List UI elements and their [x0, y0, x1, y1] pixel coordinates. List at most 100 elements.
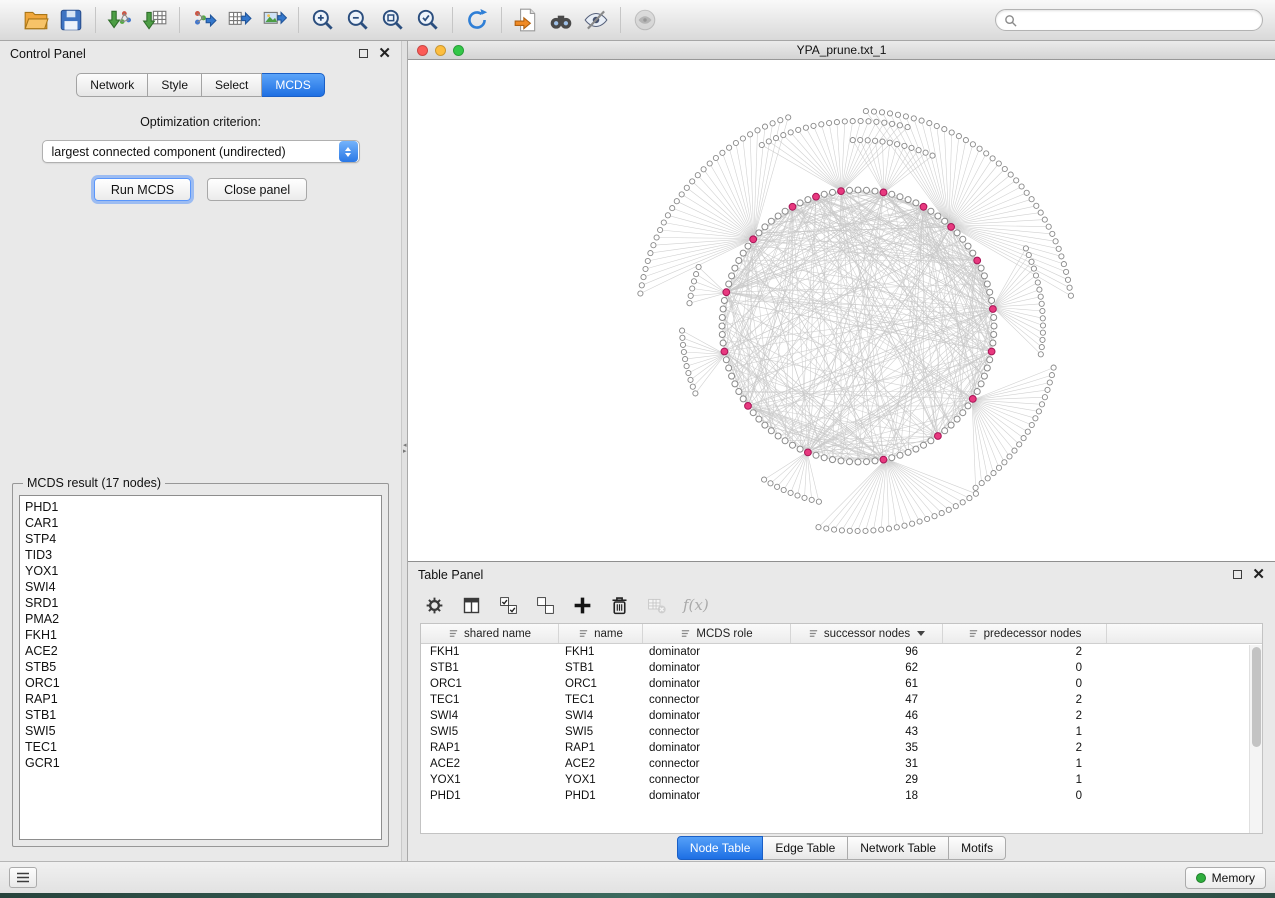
- table-cell: SWI4: [559, 710, 643, 722]
- save-session-icon[interactable]: [58, 7, 84, 33]
- close-mcds-panel-button[interactable]: Close panel: [207, 178, 307, 201]
- list-item[interactable]: STP4: [25, 531, 376, 547]
- status-menu-button[interactable]: [9, 867, 37, 888]
- list-item[interactable]: GCR1: [25, 755, 376, 771]
- table-row[interactable]: STB1STB1dominator620: [421, 660, 1262, 676]
- table-row[interactable]: YOX1YOX1connector291: [421, 772, 1262, 788]
- delete-table-icon[interactable]: [646, 595, 667, 616]
- add-row-icon[interactable]: [572, 595, 593, 616]
- list-item[interactable]: CAR1: [25, 515, 376, 531]
- table-cell: 35: [791, 742, 943, 754]
- close-table-panel-icon[interactable]: ✕: [1252, 570, 1265, 580]
- table-cell: 43: [791, 726, 943, 738]
- tab-mcds[interactable]: MCDS: [262, 73, 324, 97]
- list-item[interactable]: STB5: [25, 659, 376, 675]
- deselect-all-icon[interactable]: [535, 595, 556, 616]
- run-mcds-button[interactable]: Run MCDS: [94, 178, 191, 201]
- settings-icon[interactable]: [424, 595, 445, 616]
- network-title: YPA_prune.txt_1: [408, 43, 1275, 57]
- list-item[interactable]: TID3: [25, 547, 376, 563]
- import-table-from-file-icon[interactable]: [142, 7, 168, 33]
- table-cell: 46: [791, 710, 943, 722]
- export-table-icon[interactable]: [226, 7, 252, 33]
- search-network-icon[interactable]: [548, 7, 574, 33]
- tab-select[interactable]: Select: [202, 73, 262, 97]
- list-item[interactable]: YOX1: [25, 563, 376, 579]
- select-all-icon[interactable]: [498, 595, 519, 616]
- memory-label: Memory: [1212, 871, 1255, 885]
- column-header-predecessor-nodes[interactable]: predecessor nodes: [943, 624, 1107, 643]
- export-image-icon[interactable]: [261, 7, 287, 33]
- tab-edge-table[interactable]: Edge Table: [763, 836, 848, 860]
- column-menu-icon[interactable]: [917, 631, 925, 636]
- zoom-out-icon[interactable]: [345, 7, 371, 33]
- list-item[interactable]: ORC1: [25, 675, 376, 691]
- memory-button[interactable]: Memory: [1185, 867, 1266, 889]
- tab-motifs[interactable]: Motifs: [949, 836, 1006, 860]
- table-row[interactable]: SWI4SWI4dominator462: [421, 708, 1262, 724]
- column-header-shared-name[interactable]: shared name: [421, 624, 559, 643]
- zoom-in-icon[interactable]: [310, 7, 336, 33]
- close-panel-icon[interactable]: ✕: [378, 49, 391, 59]
- scrollbar-thumb[interactable]: [1252, 647, 1261, 747]
- list-item[interactable]: FKH1: [25, 627, 376, 643]
- table-row[interactable]: FKH1FKH1dominator962: [421, 644, 1262, 660]
- table-row[interactable]: ACE2ACE2connector311: [421, 756, 1262, 772]
- toolbar-group: [95, 7, 179, 33]
- toolbar-group: [452, 7, 501, 33]
- choose-columns-icon[interactable]: [461, 595, 482, 616]
- list-item[interactable]: ACE2: [25, 643, 376, 659]
- column-header-successor-nodes[interactable]: successor nodes: [791, 624, 943, 643]
- close-window-icon[interactable]: [417, 45, 428, 56]
- tab-node-table[interactable]: Node Table: [677, 836, 764, 860]
- delete-row-icon[interactable]: [609, 595, 630, 616]
- vertical-splitter[interactable]: ◂▸: [401, 41, 408, 861]
- table-cell: 0: [943, 662, 1107, 674]
- share-document-icon[interactable]: [513, 7, 539, 33]
- table-cell: TEC1: [559, 694, 643, 706]
- refresh-view-icon[interactable]: [464, 7, 490, 33]
- splitter-handle-icon[interactable]: ◂▸: [403, 443, 407, 455]
- inspect-disabled-icon[interactable]: [632, 7, 658, 33]
- search-input[interactable]: [1022, 13, 1254, 27]
- show-hide-graphics-icon[interactable]: [583, 7, 609, 33]
- list-item[interactable]: PMA2: [25, 611, 376, 627]
- table-row[interactable]: TEC1TEC1connector472: [421, 692, 1262, 708]
- export-network-icon[interactable]: [191, 7, 217, 33]
- network-canvas[interactable]: [408, 60, 1275, 561]
- tab-network[interactable]: Network: [76, 73, 148, 97]
- table-row[interactable]: PHD1PHD1dominator180: [421, 788, 1262, 804]
- function-builder-icon[interactable]: f(x): [683, 596, 709, 614]
- mcds-result-list[interactable]: PHD1CAR1STP4TID3YOX1SWI4SRD1PMA2FKH1ACE2…: [19, 495, 382, 840]
- criterion-select[interactable]: largest connected component (undirected): [42, 140, 360, 163]
- list-item[interactable]: SWI5: [25, 723, 376, 739]
- table-row[interactable]: ORC1ORC1dominator610: [421, 676, 1262, 692]
- network-titlebar[interactable]: YPA_prune.txt_1: [408, 41, 1275, 60]
- table-cell: dominator: [643, 710, 791, 722]
- zoom-fit-content-icon[interactable]: [380, 7, 406, 33]
- column-header-name[interactable]: name: [559, 624, 643, 643]
- zoom-selected-icon[interactable]: [415, 7, 441, 33]
- list-item[interactable]: TEC1: [25, 739, 376, 755]
- float-panel-icon[interactable]: [359, 49, 368, 58]
- table-scrollbar[interactable]: [1249, 645, 1262, 833]
- search-box[interactable]: [995, 9, 1263, 31]
- list-item[interactable]: SRD1: [25, 595, 376, 611]
- sort-icon: [808, 628, 819, 639]
- column-header-MCDS-role[interactable]: MCDS role: [643, 624, 791, 643]
- toolbar-group: [298, 7, 452, 33]
- tab-style[interactable]: Style: [148, 73, 202, 97]
- float-table-panel-icon[interactable]: [1233, 570, 1242, 579]
- list-item[interactable]: SWI4: [25, 579, 376, 595]
- open-file-icon[interactable]: [23, 7, 49, 33]
- minimize-window-icon[interactable]: [435, 45, 446, 56]
- import-network-from-file-icon[interactable]: [107, 7, 133, 33]
- list-item[interactable]: PHD1: [25, 499, 376, 515]
- maximize-window-icon[interactable]: [453, 45, 464, 56]
- tab-network-table[interactable]: Network Table: [848, 836, 949, 860]
- table-row[interactable]: SWI5SWI5connector431: [421, 724, 1262, 740]
- table-row[interactable]: RAP1RAP1dominator352: [421, 740, 1262, 756]
- network-graph: [408, 60, 1275, 561]
- list-item[interactable]: STB1: [25, 707, 376, 723]
- list-item[interactable]: RAP1: [25, 691, 376, 707]
